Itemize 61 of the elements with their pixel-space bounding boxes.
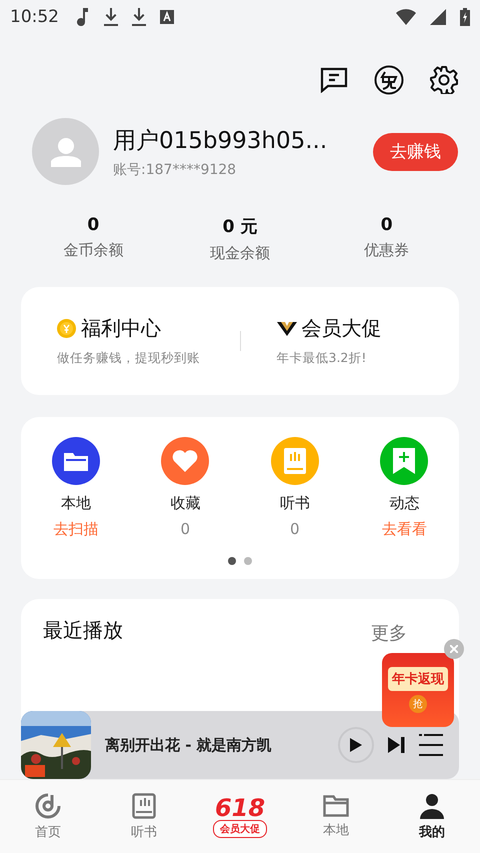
badge-title: 年卡返现 — [388, 667, 448, 692]
badge-action: 抢 — [409, 695, 427, 714]
play-button[interactable] — [338, 727, 374, 764]
play-icon — [350, 738, 362, 752]
promo-badge[interactable]: 年卡返现 抢 — [382, 653, 454, 728]
account-number: 账号:187****9128 — [113, 160, 238, 179]
signal-icon — [430, 8, 446, 25]
download-icon — [132, 8, 146, 26]
heart-icon — [172, 450, 198, 472]
stat-label: 金币余额 — [63, 241, 124, 260]
wifi-icon — [396, 8, 416, 25]
close-button[interactable] — [444, 639, 464, 660]
promo-number: 618 — [214, 796, 266, 820]
user-icon — [420, 792, 444, 819]
stat-label: 优惠券 — [364, 241, 410, 260]
coin-icon — [57, 319, 76, 338]
download-icon — [104, 8, 118, 26]
promo-title[interactable]: 福利中心 — [81, 315, 161, 342]
vip-icon — [276, 322, 296, 336]
book-icon — [132, 792, 156, 819]
track-title: 离别开出花 - 就是南方凯 — [105, 736, 273, 755]
stat-label: 现金余额 — [210, 244, 270, 264]
more-link[interactable]: 更多 — [371, 621, 407, 646]
promo-subtitle: 年卡最低3.2折! — [276, 350, 366, 368]
keyboard-icon — [160, 10, 174, 24]
shortcut-action[interactable]: 去看看 — [382, 520, 427, 540]
message-icon[interactable] — [320, 66, 348, 93]
shortcut-count: 0 — [180, 520, 190, 538]
nav-tab[interactable]: 我的 — [384, 780, 480, 853]
book-icon — [284, 448, 306, 474]
user-name: 用户015b993h05... — [113, 126, 328, 156]
section-title: 最近播放 — [43, 617, 123, 644]
music-note-icon — [77, 8, 90, 26]
disc-icon — [35, 792, 61, 819]
bookmark-icon — [393, 448, 416, 474]
nav-tab[interactable]: 本地 — [288, 780, 384, 853]
nav-tab[interactable]: 首页 — [0, 780, 96, 853]
free-mode-icon[interactable] — [374, 64, 404, 95]
shortcut-label: 收藏 — [170, 494, 200, 514]
shortcut-label: 动态 — [389, 494, 420, 514]
shortcut-action[interactable]: 去扫描 — [53, 520, 98, 540]
battery-icon — [460, 8, 470, 26]
stat-value: 0 — [380, 215, 393, 236]
promo-title[interactable]: 会员大促 — [302, 315, 382, 342]
folder-icon — [64, 451, 88, 472]
playlist-icon[interactable] — [419, 734, 443, 756]
shortcut-label: 本地 — [60, 494, 91, 514]
next-track-icon[interactable] — [388, 737, 405, 754]
stat-value: 0 元 — [222, 216, 258, 238]
status-time: 10:52 — [10, 6, 59, 27]
nav-tab[interactable]: 听书 — [96, 780, 192, 853]
promo-tab[interactable]: 618 会员大促 — [192, 780, 288, 853]
folder-icon — [323, 794, 349, 817]
promo-subtitle: 做任务赚钱，提现秒到账 — [57, 350, 200, 368]
promo-label: 会员大促 — [213, 820, 267, 838]
earn-money-button[interactable]: 去赚钱 — [373, 132, 458, 171]
stat-value: 0 — [87, 215, 100, 236]
settings-icon[interactable] — [430, 66, 458, 94]
shortcut-count: 0 — [290, 520, 300, 538]
close-icon — [450, 645, 458, 654]
shortcut-label: 听书 — [280, 494, 310, 514]
